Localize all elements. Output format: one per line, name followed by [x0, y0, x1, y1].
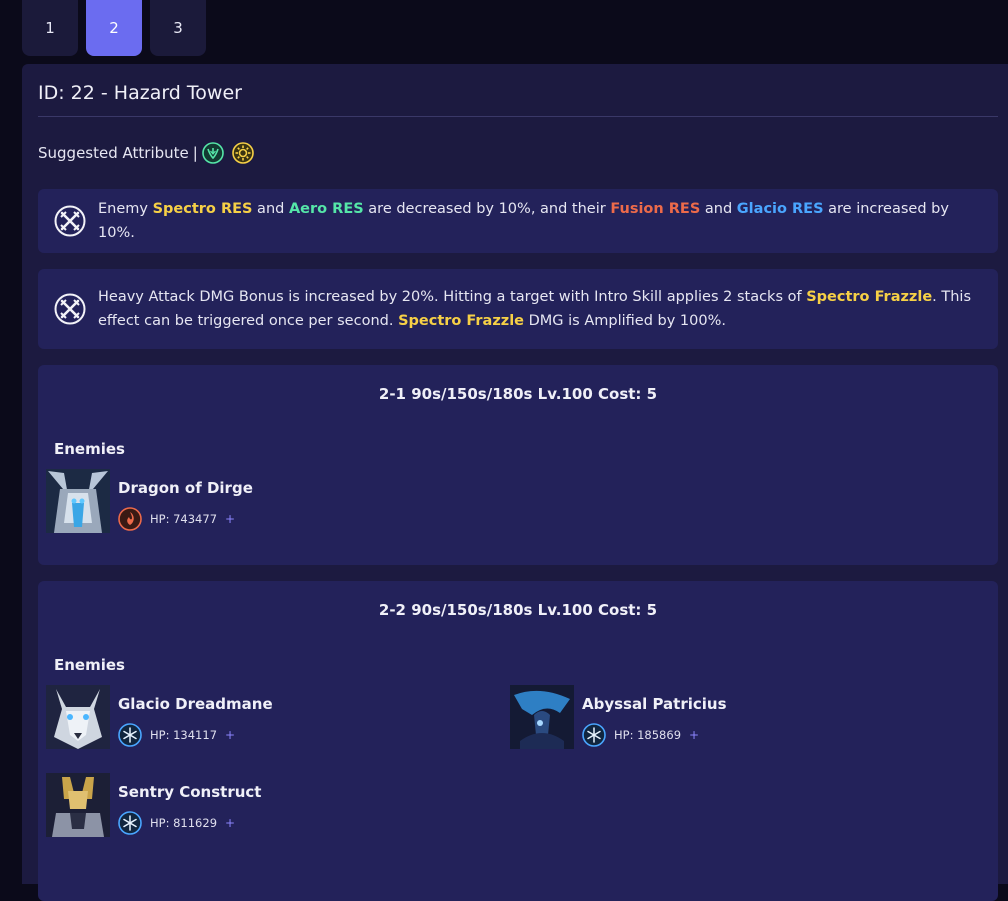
spectro-frazzle-keyword: Spectro Frazzle	[806, 289, 933, 305]
text: DMG is Amplified by 100%.	[524, 313, 726, 329]
spectro-frazzle-keyword: Spectro Frazzle	[398, 313, 525, 329]
stage-tabs: 1 2 3	[22, 0, 206, 56]
suggested-attribute: Suggested Attribute |	[38, 142, 262, 164]
expand-button[interactable]: +	[689, 728, 699, 742]
fusion-res-keyword: Fusion RES	[610, 201, 701, 217]
glacio-res-keyword: Glacio RES	[736, 201, 824, 217]
enemy-hp: HP: 185869	[614, 728, 682, 742]
enemy-card[interactable]: Sentry Construct HP: 811629 +	[38, 773, 458, 839]
enemy-hp: HP: 743477	[150, 512, 218, 526]
expand-button[interactable]: +	[225, 512, 235, 526]
tab-2[interactable]: 2	[86, 0, 142, 56]
enemy-name: Abyssal Patricius	[582, 695, 727, 713]
fusion-icon	[118, 507, 142, 531]
expand-button[interactable]: +	[225, 728, 235, 742]
enemy-name: Sentry Construct	[118, 783, 262, 801]
stage-card-2-1: 2-1 90s/150s/180s Lv.100 Cost: 5 Enemies…	[38, 365, 998, 565]
crossed-swords-icon	[54, 293, 86, 325]
page-title: ID: 22 - Hazard Tower	[38, 82, 242, 104]
wolf-portrait	[46, 685, 110, 749]
construct-portrait	[46, 773, 110, 837]
suggested-attribute-label: Suggested Attribute	[38, 144, 189, 162]
text: Enemy	[98, 201, 153, 217]
tab-1[interactable]: 1	[22, 0, 78, 56]
crossed-swords-icon	[54, 205, 86, 237]
stage-header: 2-2 90s/150s/180s Lv.100 Cost: 5	[378, 601, 658, 619]
tower-effect-1: Enemy Spectro RES and Aero RES are decre…	[38, 189, 998, 253]
spectro-res-keyword: Spectro RES	[152, 201, 253, 217]
enemies-label: Enemies	[54, 440, 125, 458]
separator: |	[192, 144, 198, 162]
effect-text: Enemy Spectro RES and Aero RES are decre…	[98, 197, 998, 245]
stage-card-2-2: 2-2 90s/150s/180s Lv.100 Cost: 5 Enemies…	[38, 581, 998, 901]
enemy-card[interactable]: Abyssal Patricius HP: 185869 +	[502, 685, 922, 751]
enemy-card[interactable]: Glacio Dreadmane HP: 134117 +	[38, 685, 458, 751]
text: are decreased by 10%, and their	[363, 201, 611, 217]
glacio-icon	[118, 723, 142, 747]
tab-3[interactable]: 3	[150, 0, 206, 56]
glacio-icon	[582, 723, 606, 747]
enemy-meta: HP: 743477 +	[118, 507, 235, 531]
text: Heavy Attack DMG Bonus is increased by 2…	[98, 289, 807, 305]
text: and	[700, 201, 737, 217]
enemy-hp: HP: 811629	[150, 816, 218, 830]
enemy-card[interactable]: Dragon of Dirge HP: 743477 +	[38, 469, 458, 535]
expand-button[interactable]: +	[225, 816, 235, 830]
aero-icon	[202, 142, 224, 164]
glacio-icon	[118, 811, 142, 835]
stage-header: 2-1 90s/150s/180s Lv.100 Cost: 5	[378, 385, 658, 403]
enemy-meta: HP: 185869 +	[582, 723, 699, 747]
effect-text: Heavy Attack DMG Bonus is increased by 2…	[98, 285, 998, 333]
tower-panel: ID: 22 - Hazard Tower Suggested Attribut…	[22, 64, 1008, 901]
spectro-icon	[232, 142, 254, 164]
enemy-name: Dragon of Dirge	[118, 479, 253, 497]
enemy-hp: HP: 134117	[150, 728, 218, 742]
enemy-meta: HP: 134117 +	[118, 723, 235, 747]
tower-effect-2: Heavy Attack DMG Bonus is increased by 2…	[38, 269, 998, 349]
abyssal-portrait	[510, 685, 574, 749]
text: and	[252, 201, 289, 217]
enemy-name: Glacio Dreadmane	[118, 695, 273, 713]
enemies-label: Enemies	[54, 656, 125, 674]
dragon-portrait	[46, 469, 110, 533]
aero-res-keyword: Aero RES	[288, 201, 364, 217]
enemy-meta: HP: 811629 +	[118, 811, 235, 835]
title-row: ID: 22 - Hazard Tower	[38, 82, 998, 117]
